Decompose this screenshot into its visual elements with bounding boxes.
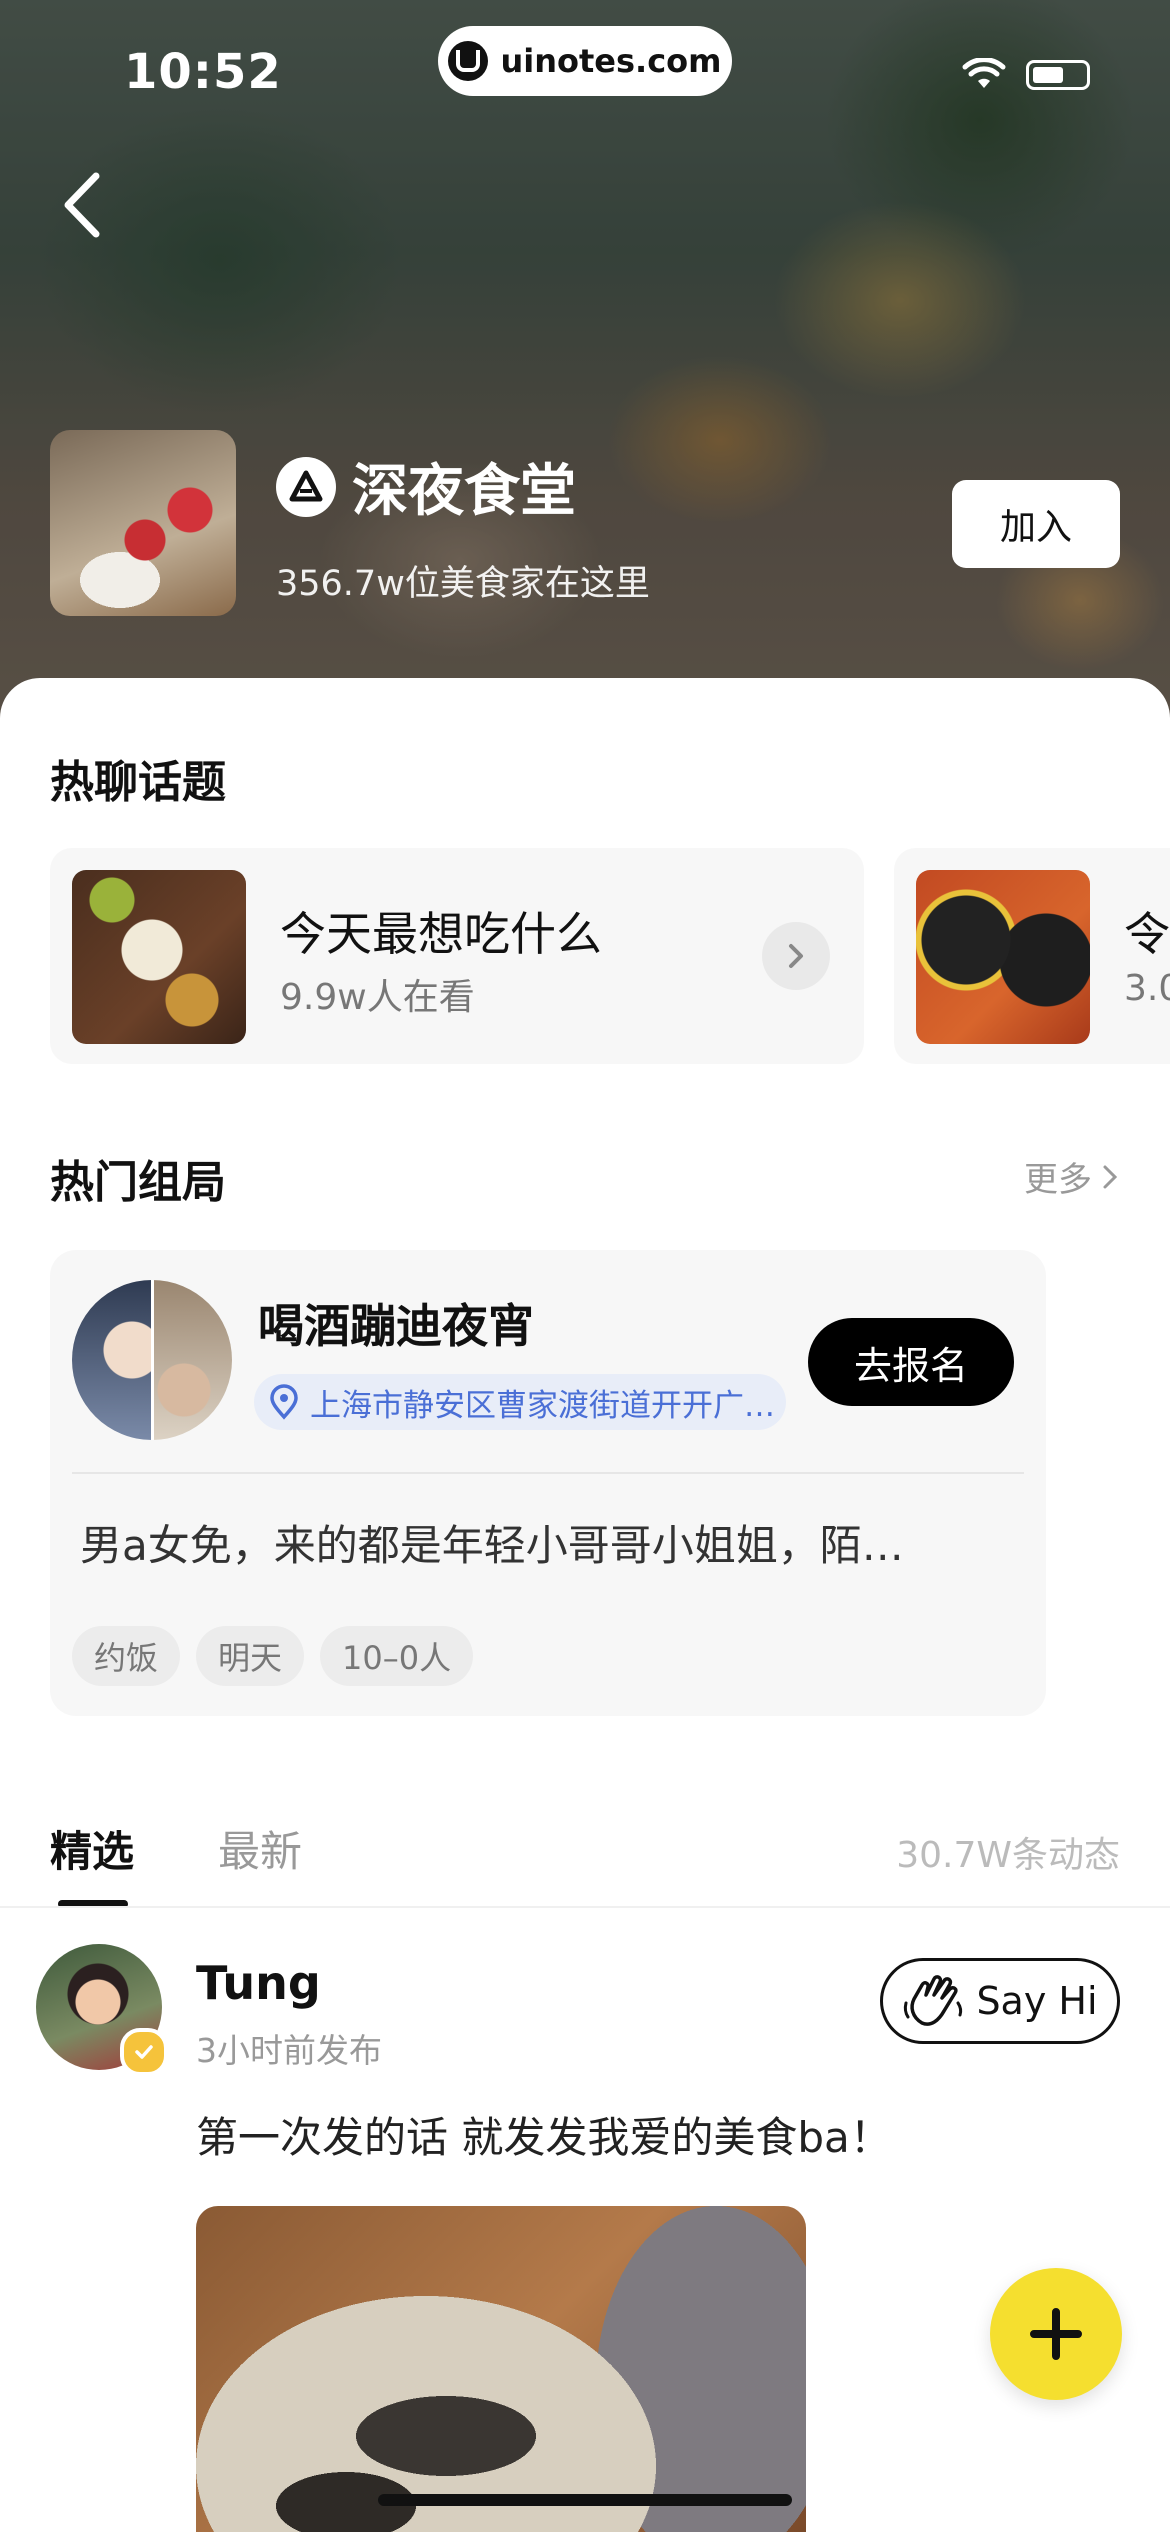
topic-card[interactable]: 今天最想吃什么 9.9w人在看 (50, 848, 864, 1064)
group-logo-icon (276, 456, 336, 517)
post-username[interactable]: Tung (196, 1956, 321, 2010)
tab-latest[interactable]: 最新 (218, 1818, 302, 1879)
post-image[interactable] (196, 2206, 806, 2532)
tab-featured[interactable]: 精选 (50, 1818, 134, 1879)
topic-viewers: 9.9w人在看 (280, 977, 475, 1018)
group-name: 深夜食堂 (352, 459, 576, 524)
chevron-right-icon (1103, 1165, 1118, 1188)
url-pill: uinotes.com (438, 26, 732, 96)
location-text: 上海市静安区曹家渡街道开开广… (310, 1387, 775, 1424)
status-icons (962, 58, 1090, 92)
group-header: 深夜食堂 (276, 446, 576, 527)
more-link[interactable]: 更多 (1024, 1152, 1120, 1201)
meetups-title: 热门组局 (50, 1157, 226, 1208)
topic-viewers: 3.0 (1124, 968, 1170, 1009)
signup-button[interactable]: 去报名 (808, 1318, 1014, 1406)
topic-card[interactable]: 令 3.0 (894, 848, 1170, 1064)
group-cover-image (50, 430, 236, 616)
uinotes-logo-icon (448, 41, 489, 81)
tag: 10–0人 (320, 1626, 474, 1686)
home-indicator (378, 2494, 792, 2506)
create-post-button[interactable] (990, 2268, 1122, 2400)
topic-image (916, 870, 1090, 1044)
more-label: 更多 (1024, 1160, 1092, 1200)
tag-list: 约饭 明天 10–0人 (72, 1626, 474, 1686)
location-tag: 上海市静安区曹家渡街道开开广… (254, 1374, 786, 1430)
group-members-count: 356.7w位美食家在这里 (276, 564, 650, 604)
tag: 约饭 (72, 1626, 181, 1686)
divider (0, 1906, 1170, 1908)
say-hi-label: Say Hi (976, 1979, 1098, 2023)
post-count: 30.7W条动态 (896, 1835, 1120, 1876)
meetup-title: 喝酒蹦迪夜宵 (258, 1299, 534, 1353)
verified-icon (120, 2028, 168, 2076)
location-pin-icon (270, 1384, 298, 1420)
topic-title: 令 (1124, 907, 1170, 961)
avatar (72, 1280, 232, 1440)
divider (72, 1472, 1024, 1474)
feed-tabs: 精选 最新 30.7W条动态 (0, 1812, 1170, 1908)
wifi-icon (962, 58, 1006, 88)
wave-hand-icon (904, 1975, 963, 2026)
meetup-description: 男a女免，来的都是年轻小哥哥小姐姐，陌… (80, 1521, 904, 1570)
chevron-right-icon[interactable] (762, 922, 830, 990)
say-hi-button[interactable]: Say Hi (880, 1958, 1120, 2044)
hot-topics-title: 热聊话题 (50, 757, 226, 808)
post-timestamp: 3小时前发布 (196, 2031, 382, 2070)
tag: 明天 (196, 1626, 305, 1686)
post-text: 第一次发的话 就发发我爱的美食ba！ (196, 2113, 892, 2162)
topic-title: 今天最想吃什么 (280, 907, 602, 961)
meetup-card[interactable]: 喝酒蹦迪夜宵 上海市静安区曹家渡街道开开广… 去报名 男a女免，来的都是年轻小哥… (50, 1250, 1046, 1716)
topic-image (72, 870, 246, 1044)
plus-icon (1030, 2308, 1082, 2360)
join-button[interactable]: 加入 (952, 480, 1120, 568)
status-time: 10:52 (124, 44, 282, 100)
battery-icon (1026, 60, 1090, 90)
back-icon[interactable] (58, 170, 108, 240)
url-text: uinotes.com (500, 42, 722, 80)
